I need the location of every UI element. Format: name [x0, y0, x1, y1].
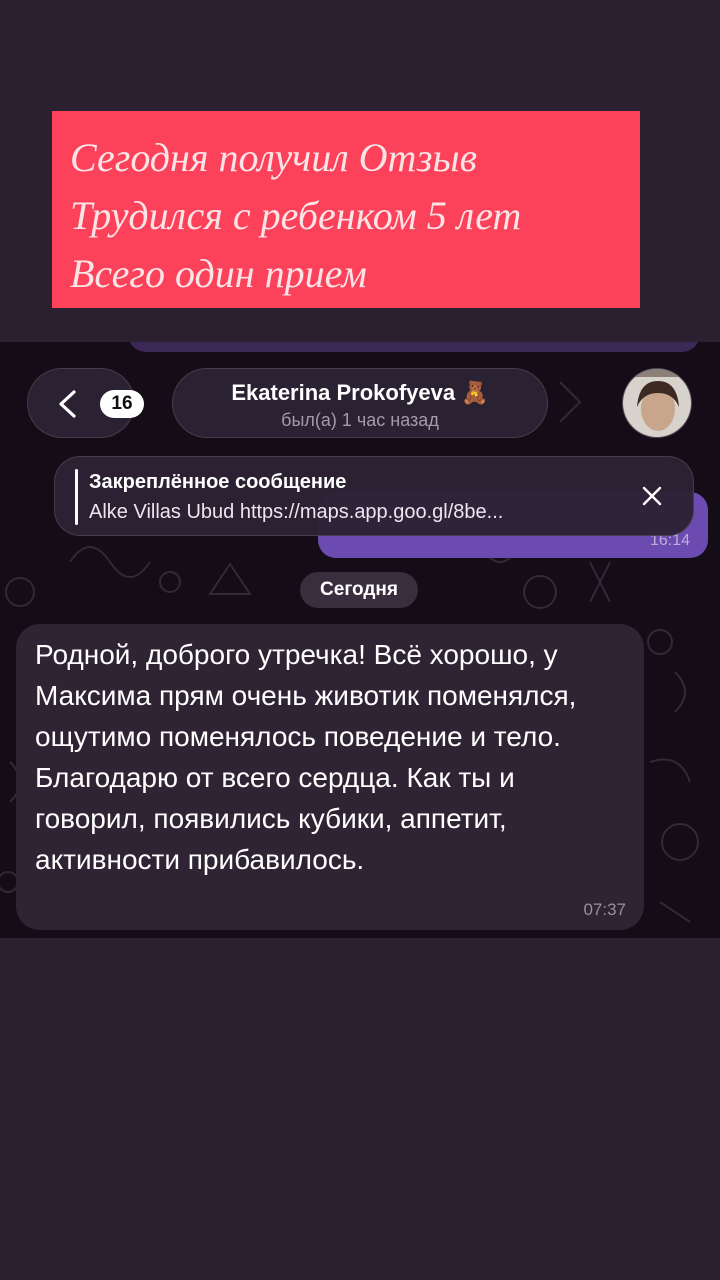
unread-count-badge: 16	[100, 390, 144, 418]
contact-name: Ekaterina Prokofyeva 🧸	[231, 380, 489, 405]
caption-line-3: Всего один прием	[70, 251, 367, 296]
date-separator: Сегодня	[300, 572, 418, 608]
pinned-message-bar[interactable]: Закреплённое сообщение Alke Villas Ubud …	[54, 456, 694, 536]
caption-banner: Сегодня получил Отзыв Трудился с ребенко…	[52, 111, 640, 308]
contact-status: был(а) 1 час назад	[281, 410, 439, 430]
pinned-text: Alke Villas Ubud https://maps.app.goo.gl…	[89, 501, 504, 523]
caption-line-2: Трудился с ребенком 5 лет	[70, 193, 522, 238]
chat-header[interactable]: Ekaterina Prokofyeva 🧸 был(а) 1 час наза…	[172, 368, 548, 438]
close-icon[interactable]	[639, 483, 665, 509]
chevron-left-icon	[59, 390, 76, 418]
outgoing-message-partial	[128, 342, 700, 352]
back-button[interactable]: 16	[27, 368, 144, 438]
incoming-message[interactable]: Родной, доброго утречка! Всё хорошо, у М…	[16, 624, 644, 930]
pinned-title: Закреплённое сообщение	[89, 471, 347, 493]
chat-screenshot: 16:14 16 Ekaterina Prokofyeva 🧸 был(а) 1…	[0, 342, 720, 938]
avatar[interactable]	[622, 368, 692, 438]
message-time: 07:37	[583, 900, 626, 919]
caption-line-1: Сегодня получил Отзыв	[70, 135, 477, 180]
message-text: Родной, доброго утречка! Всё хорошо, у М…	[35, 639, 577, 875]
avatar-photo	[623, 369, 691, 437]
